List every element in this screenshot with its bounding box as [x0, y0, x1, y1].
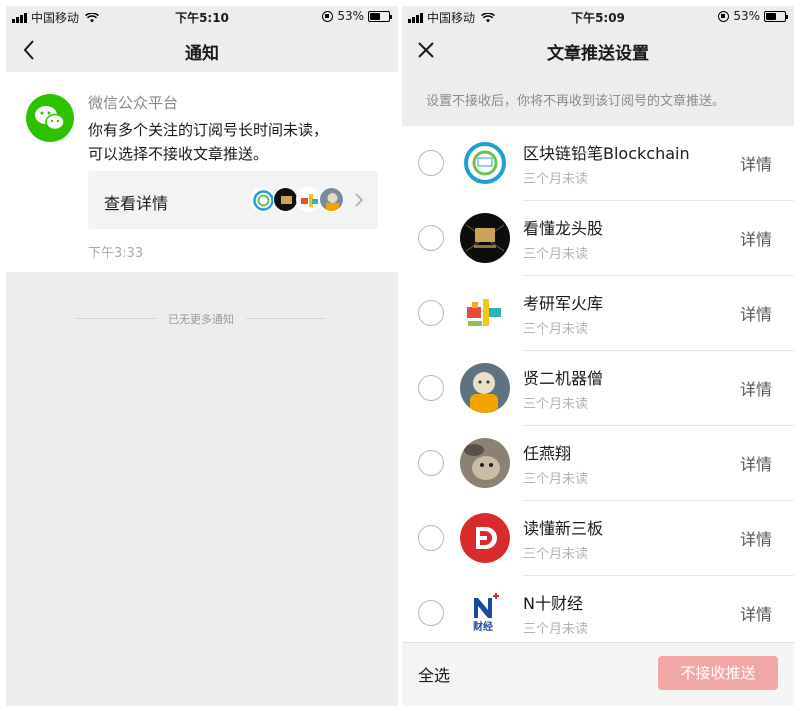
- select-radio[interactable]: [418, 375, 444, 401]
- no-more-notifications-label: 已无更多通知: [156, 311, 246, 327]
- avatar: [319, 187, 344, 212]
- select-radio[interactable]: [418, 450, 444, 476]
- bottom-action-bar: 全选 不接收推送: [402, 642, 794, 706]
- battery-percent: 53%: [337, 9, 364, 23]
- select-all-button[interactable]: 全选: [418, 662, 450, 686]
- subscription-row[interactable]: 考研军火库三个月未读 详情: [402, 276, 794, 351]
- message-line: 你有多个关注的订阅号长时间未读，: [88, 121, 329, 139]
- account-detail-link[interactable]: 详情: [740, 526, 772, 550]
- svg-text:财经: 财经: [472, 620, 493, 633]
- nav-bar: 通知: [6, 28, 398, 72]
- account-name: 贤二机器僧: [523, 369, 604, 388]
- rotation-lock-icon: [718, 10, 730, 22]
- hint-text: 设置不接收后，你将不再收到该订阅号的文章推送。: [426, 94, 726, 109]
- view-details-button[interactable]: 查看详情: [88, 171, 378, 229]
- account-name: 区块链铅笔Blockchain: [523, 144, 690, 163]
- account-name: 读懂新三板: [523, 519, 604, 538]
- exam-arsenal-logo-icon: [460, 288, 510, 338]
- select-radio[interactable]: [418, 150, 444, 176]
- unread-status: 三个月未读: [523, 247, 589, 262]
- subscription-row[interactable]: 区块链铅笔Blockchain 三个月未读 详情: [402, 126, 794, 201]
- status-bar: 中国移动 下午5:09 53%: [402, 6, 794, 28]
- select-radio[interactable]: [418, 525, 444, 551]
- chevron-right-icon: [355, 193, 364, 207]
- notification-message: 你有多个关注的订阅号长时间未读， 可以选择不接收文章推送。: [88, 118, 383, 166]
- status-bar: 中国移动 下午5:10 53%: [6, 6, 398, 28]
- blockchain-pencil-logo-icon: [460, 138, 510, 188]
- subscription-row[interactable]: 贤二机器僧三个月未读 详情: [402, 351, 794, 426]
- account-detail-link[interactable]: 详情: [740, 301, 772, 325]
- unread-status: 三个月未读: [523, 397, 589, 412]
- wechat-logo-icon: [26, 94, 74, 142]
- dragon-stock-logo-icon: [460, 213, 510, 263]
- n-plus-finance-logo-icon: 财经: [460, 588, 510, 638]
- account-detail-link[interactable]: 详情: [740, 601, 772, 625]
- avatar: [296, 187, 321, 212]
- account-detail-link[interactable]: 详情: [740, 151, 772, 175]
- unread-status: 三个月未读: [523, 547, 589, 562]
- subscription-list: 区块链铅笔Blockchain 三个月未读 详情 看懂龙头股 三个月未读 详情 考研军火库三…: [402, 126, 794, 641]
- select-radio[interactable]: [418, 225, 444, 251]
- account-name: 任燕翔: [523, 444, 572, 463]
- account-name: 考研军火库: [523, 294, 604, 313]
- notification-card: 微信公众平台 你有多个关注的订阅号长时间未读， 可以选择不接收文章推送。 查看详…: [6, 72, 398, 272]
- unread-status: 三个月未读: [523, 472, 589, 487]
- notifications-screen: 中国移动 下午5:10 53% 通知 微信公众平台 你有多个关注的订阅号长时间未…: [6, 6, 398, 706]
- hint-bar: 设置不接收后，你将不再收到该订阅号的文章推送。: [402, 72, 794, 126]
- sender-name: 微信公众平台: [88, 94, 179, 112]
- subscription-row[interactable]: 财经 N十财经三个月未读 详情: [402, 576, 794, 641]
- account-avatar-stack: [250, 187, 344, 212]
- battery-icon: [764, 10, 788, 22]
- page-title: 通知: [185, 44, 219, 64]
- page-title: 文章推送设置: [547, 44, 649, 64]
- account-detail-link[interactable]: 详情: [740, 451, 772, 475]
- rotation-lock-icon: [322, 10, 334, 22]
- select-radio[interactable]: [418, 600, 444, 626]
- nav-bar: 文章推送设置: [402, 28, 794, 72]
- notification-time: 下午3:33: [88, 246, 144, 261]
- unread-status: 三个月未读: [523, 172, 589, 187]
- battery-percent: 53%: [733, 9, 760, 23]
- view-details-label: 查看详情: [104, 194, 169, 213]
- new-third-board-logo-icon: [460, 513, 510, 563]
- message-line: 可以选择不接收文章推送。: [88, 145, 269, 163]
- unsubscribe-button[interactable]: 不接收推送: [658, 656, 778, 690]
- push-settings-screen: 中国移动 下午5:09 53% 文章推送设置 设置不接收后，你将不再收到该订阅号…: [402, 6, 794, 706]
- subscription-row[interactable]: 任燕翔三个月未读 详情: [402, 426, 794, 501]
- account-detail-link[interactable]: 详情: [740, 226, 772, 250]
- avatar: [250, 187, 275, 212]
- avatar: [273, 187, 298, 212]
- account-name: N十财经: [523, 594, 583, 613]
- unread-status: 三个月未读: [523, 322, 589, 337]
- battery-icon: [368, 10, 392, 22]
- person-avatar-icon: [460, 438, 510, 488]
- subscription-row[interactable]: 看懂龙头股三个月未读 详情: [402, 201, 794, 276]
- account-detail-link[interactable]: 详情: [740, 376, 772, 400]
- account-name: 看懂龙头股: [523, 219, 604, 238]
- select-radio[interactable]: [418, 300, 444, 326]
- subscription-row[interactable]: 读懂新三板三个月未读 详情: [402, 501, 794, 576]
- robot-monk-avatar-icon: [460, 363, 510, 413]
- unread-status: 三个月未读: [523, 622, 589, 637]
